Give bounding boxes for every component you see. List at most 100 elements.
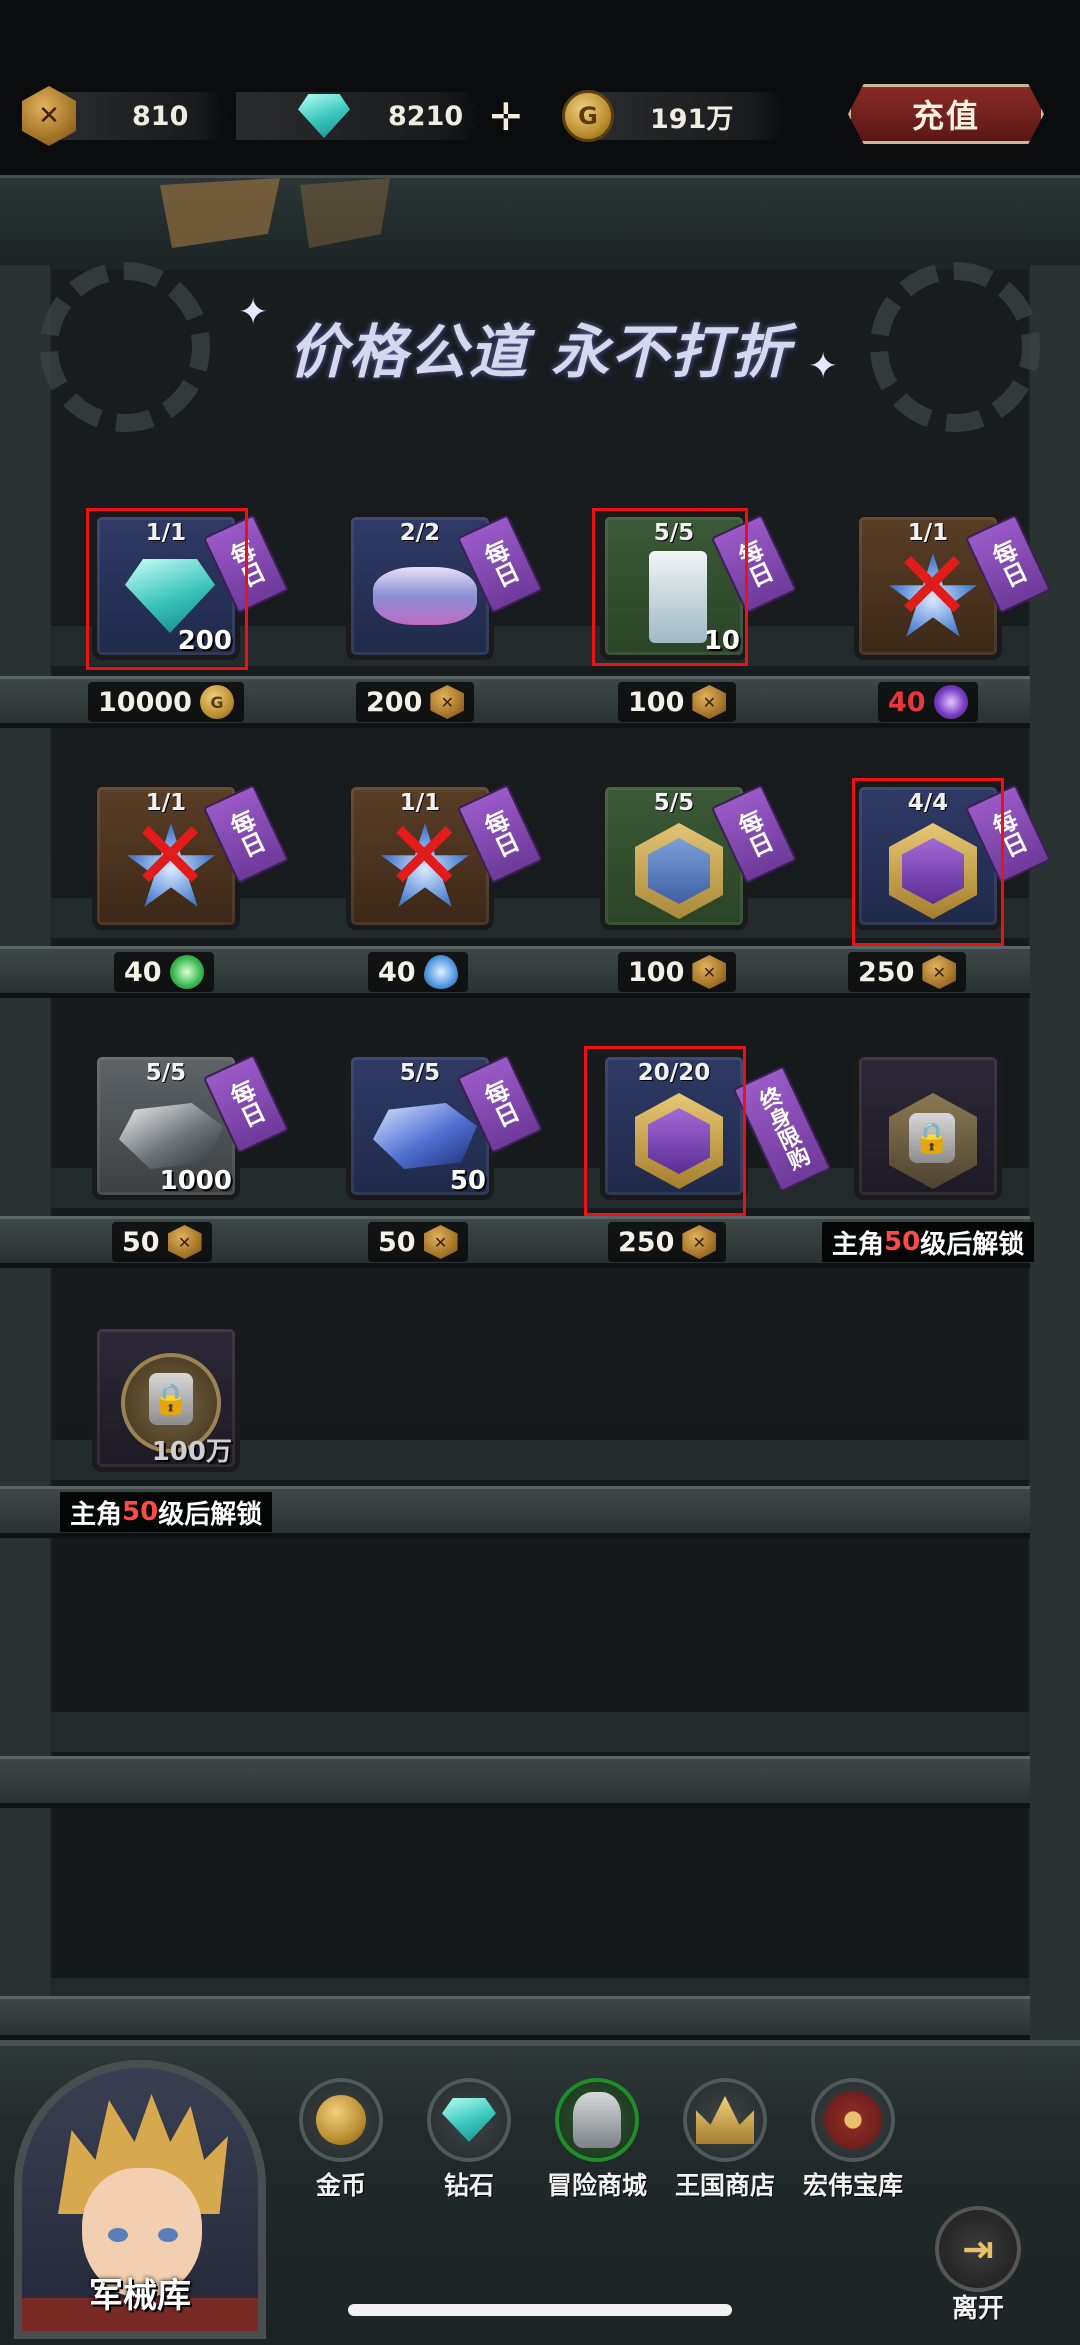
- nav-kingdom-store[interactable]: 王国商店: [670, 2078, 780, 2202]
- purchase-limit: 20/20: [637, 1060, 711, 1086]
- shop-item-gray-crystal[interactable]: 5/5 1000 每日: [92, 1052, 290, 1200]
- price-value: 40: [888, 686, 926, 718]
- nav-label: 宏伟宝库: [802, 2171, 903, 2200]
- nav-label: 钻石: [443, 2171, 494, 2200]
- nav-grand-vault[interactable]: 宏伟宝库: [798, 2078, 908, 2202]
- gold-token-counter: 810: [58, 92, 228, 140]
- nav-label: 金币: [315, 2171, 366, 2200]
- gold-token-icon: ✕: [692, 685, 727, 719]
- coin-icon: G: [562, 90, 614, 142]
- gold-token-icon: ✕: [423, 1225, 458, 1259]
- gold-token-icon: ✕: [167, 1225, 202, 1259]
- shelf-6: [0, 1996, 1030, 2040]
- price-value: 100: [628, 686, 685, 718]
- lock-icon: 🔒: [149, 1373, 193, 1425]
- cross-mark-icon: ✕: [130, 800, 211, 912]
- hero-eye: [108, 2228, 128, 2242]
- price-label: 40: [114, 952, 214, 992]
- nav-diamond-shop[interactable]: 钻石: [414, 2078, 524, 2202]
- price-label: 50 ✕: [112, 1222, 212, 1262]
- home-indicator[interactable]: [348, 2304, 732, 2316]
- item-quantity: 100万: [151, 1437, 232, 1467]
- blue-crystal-icon: [373, 1103, 477, 1169]
- leaf-token-icon: [169, 955, 204, 989]
- coin-icon: G: [199, 685, 234, 719]
- nav-label: 王国商店: [674, 2171, 775, 2200]
- diamond-icon: [125, 559, 215, 633]
- add-diamond-icon[interactable]: ✛: [490, 98, 522, 136]
- diamond-counter: 8210: [236, 92, 486, 140]
- shelf-5: [0, 1756, 1030, 1808]
- price-value: 250: [618, 1226, 675, 1258]
- purple-emblem-icon: [635, 1093, 723, 1189]
- price-value: 50: [378, 1226, 416, 1258]
- price-label: 10000 G: [88, 682, 244, 722]
- scroll-icon: [649, 551, 707, 643]
- shop-item-diamond[interactable]: 1/1 200 每日: [92, 512, 290, 660]
- price-value: 40: [378, 956, 416, 988]
- water-drop-icon: [423, 955, 458, 989]
- shop-slogan: 价格公道 永不打折: [288, 318, 792, 386]
- shop-item-blue-emblem[interactable]: 5/5 每日: [600, 782, 798, 930]
- shop-item-mask[interactable]: 2/2 每日: [346, 512, 544, 660]
- vortex-token-icon: [933, 685, 968, 719]
- price-value: 100: [628, 956, 685, 988]
- shelf-plank: [50, 1712, 1030, 1752]
- unlock-requirement: 主角 50 级后解锁: [822, 1222, 1035, 1262]
- item-quantity: 50: [449, 1166, 486, 1196]
- price-value: 40: [124, 956, 162, 988]
- cross-mark-icon: ✕: [384, 800, 465, 912]
- unlock-level: 50: [884, 1227, 921, 1257]
- gold-token-icon: ✕: [430, 685, 465, 719]
- diamond-value: 8210: [388, 100, 464, 132]
- price-label: 250 ✕: [608, 1222, 727, 1262]
- shop-item-star-shard[interactable]: 1/1 ✕ 每日: [346, 782, 544, 930]
- nav-adventure-mall[interactable]: 冒险商城: [542, 2078, 652, 2202]
- diamond-icon: [442, 2098, 496, 2142]
- shop-item-purple-emblem[interactable]: 4/4 每日: [854, 782, 1052, 930]
- shop-item-scroll[interactable]: 5/5 10 每日: [600, 512, 798, 660]
- leave-button[interactable]: ⇥ 离开: [928, 2206, 1028, 2325]
- hero-eye: [158, 2228, 178, 2242]
- shop-item-star-shard[interactable]: 1/1 ✕ 每日: [92, 782, 290, 930]
- price-label: 100 ✕: [618, 952, 737, 992]
- price-value: 250: [858, 956, 915, 988]
- gold-token-value: 810: [132, 100, 189, 132]
- nav-gold-shop[interactable]: 金币: [286, 2078, 396, 2202]
- price-label: 50 ✕: [368, 1222, 468, 1262]
- eye-icon: [824, 2091, 882, 2149]
- leave-label: 离开: [951, 2294, 1004, 2324]
- coin-counter: 191万: [590, 92, 790, 140]
- recharge-button[interactable]: 充值: [848, 84, 1044, 144]
- price-value: 10000: [98, 686, 192, 718]
- armory-label[interactable]: 军械库: [40, 2268, 240, 2317]
- shop-item-purple-emblem[interactable]: 20/20 终身限购: [600, 1052, 832, 1200]
- sparkle-icon: ✦: [238, 292, 269, 333]
- gold-token-icon: ✕: [692, 955, 727, 989]
- price-label: 40: [878, 682, 978, 722]
- gold-token-icon: ✕: [682, 1225, 717, 1259]
- shop-item-blue-crystal[interactable]: 5/5 50 每日: [346, 1052, 544, 1200]
- item-quantity: 200: [177, 626, 232, 656]
- purple-emblem-icon: [889, 823, 977, 919]
- blue-emblem-icon: [635, 823, 723, 919]
- unlock-level: 50: [122, 1497, 159, 1527]
- shop-item-star-shard[interactable]: 1/1 ✕ 每日: [854, 512, 1052, 660]
- coin-value: 191万: [650, 103, 734, 135]
- shop-item-locked-coin-pack[interactable]: 🔒 100万: [92, 1324, 240, 1472]
- item-frame: 🔒: [854, 1052, 1002, 1200]
- unlock-suffix: 级后解锁: [158, 1499, 263, 1530]
- shop-item-locked-relic[interactable]: 🔒: [854, 1052, 1002, 1200]
- price-label: 40: [368, 952, 468, 992]
- nav-label: 冒险商城: [546, 2171, 647, 2200]
- price-label: 250 ✕: [848, 952, 967, 992]
- item-quantity: 1000: [159, 1166, 232, 1196]
- sparkle-icon: ✦: [808, 346, 839, 387]
- mask-icon: [373, 567, 477, 625]
- gray-crystal-icon: [119, 1103, 223, 1169]
- exit-door-icon: ⇥: [935, 2206, 1021, 2292]
- cross-mark-icon: ✕: [892, 530, 973, 642]
- coin-icon: [316, 2095, 366, 2145]
- price-value: 50: [122, 1226, 160, 1258]
- gold-token-icon: ✕: [922, 955, 957, 989]
